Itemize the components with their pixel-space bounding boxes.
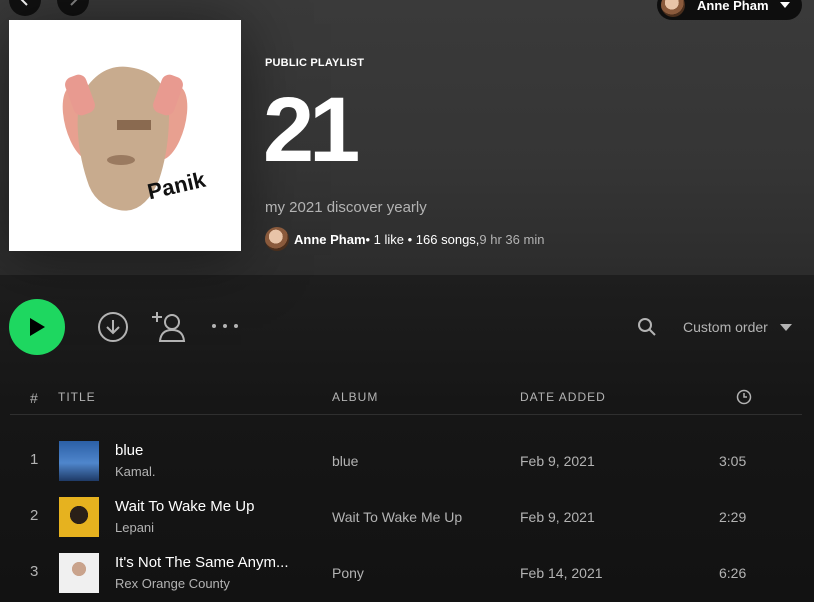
invite-collaborator-button[interactable] xyxy=(151,310,187,344)
chevron-left-icon xyxy=(20,0,28,6)
search-in-playlist-button[interactable] xyxy=(636,316,658,338)
play-button[interactable] xyxy=(9,299,65,355)
user-menu-button[interactable]: Anne Pham xyxy=(657,0,802,20)
playlist-type: PUBLIC PLAYLIST xyxy=(265,57,365,69)
caret-down-icon xyxy=(780,324,792,331)
track-title[interactable]: blue xyxy=(115,442,143,459)
track-artist[interactable]: Kamal. xyxy=(115,464,155,479)
track-number: 2 xyxy=(30,507,39,524)
track-album[interactable]: blue xyxy=(332,453,358,469)
column-header-date-added[interactable]: DATE ADDED xyxy=(520,390,606,404)
more-options-button[interactable] xyxy=(210,318,240,334)
track-artist[interactable]: Lepani xyxy=(115,520,154,535)
column-header-album[interactable]: ALBUM xyxy=(332,390,378,404)
playlist-description: my 2021 discover yearly xyxy=(265,199,427,216)
avatar xyxy=(661,0,685,17)
track-row[interactable]: 2 Wait To Wake Me Up Lepani Wait To Wake… xyxy=(0,489,814,545)
owner-avatar xyxy=(265,227,289,251)
track-artist[interactable]: Rex Orange County xyxy=(115,576,230,591)
track-title[interactable]: Wait To Wake Me Up xyxy=(115,498,254,515)
clock-icon xyxy=(736,389,752,405)
column-header-number: # xyxy=(30,390,38,406)
header-divider xyxy=(10,414,802,415)
track-duration: 2:29 xyxy=(719,509,747,525)
download-button[interactable] xyxy=(96,310,130,344)
track-number: 3 xyxy=(30,563,39,580)
track-date-added: Feb 9, 2021 xyxy=(520,509,595,525)
track-duration: 3:05 xyxy=(719,453,747,469)
user-name: Anne Pham xyxy=(697,0,769,13)
more-icon xyxy=(212,324,238,328)
playlist-title[interactable]: 21 xyxy=(263,80,360,180)
column-header-title[interactable]: TITLE xyxy=(58,390,96,404)
playlist-cover[interactable]: Panik xyxy=(9,20,241,251)
track-duration: 6:26 xyxy=(719,565,747,581)
track-date-added: Feb 9, 2021 xyxy=(520,453,595,469)
track-album[interactable]: Pony xyxy=(332,565,364,581)
track-album[interactable]: Wait To Wake Me Up xyxy=(332,509,462,525)
album-art-thumbnail xyxy=(59,441,99,481)
cover-art xyxy=(62,66,188,211)
track-row[interactable]: 1 blue Kamal. blue Feb 9, 2021 3:05 xyxy=(0,433,814,489)
track-number: 1 xyxy=(30,451,39,468)
playlist-duration: 9 hr 36 min xyxy=(479,231,545,247)
search-icon xyxy=(638,318,656,336)
owner-link[interactable]: Anne Pham xyxy=(294,232,366,247)
play-icon xyxy=(30,318,45,336)
add-user-icon xyxy=(152,312,186,342)
sort-dropdown[interactable]: Custom order xyxy=(683,319,768,335)
playlist-meta: Anne Pham • 1 like • 166 songs, 9 hr 36 … xyxy=(265,227,544,251)
caret-down-icon xyxy=(779,2,790,8)
album-art-thumbnail xyxy=(59,497,99,537)
column-header-duration[interactable] xyxy=(736,389,752,408)
album-art-thumbnail xyxy=(59,553,99,593)
track-title[interactable]: It's Not The Same Anym... xyxy=(115,554,289,571)
track-row[interactable]: 3 It's Not The Same Anym... Rex Orange C… xyxy=(0,545,814,601)
chevron-right-icon xyxy=(70,0,78,6)
download-icon xyxy=(98,312,128,342)
track-date-added: Feb 14, 2021 xyxy=(520,565,603,581)
playlist-stats: • 1 like • 166 songs, xyxy=(365,231,480,247)
